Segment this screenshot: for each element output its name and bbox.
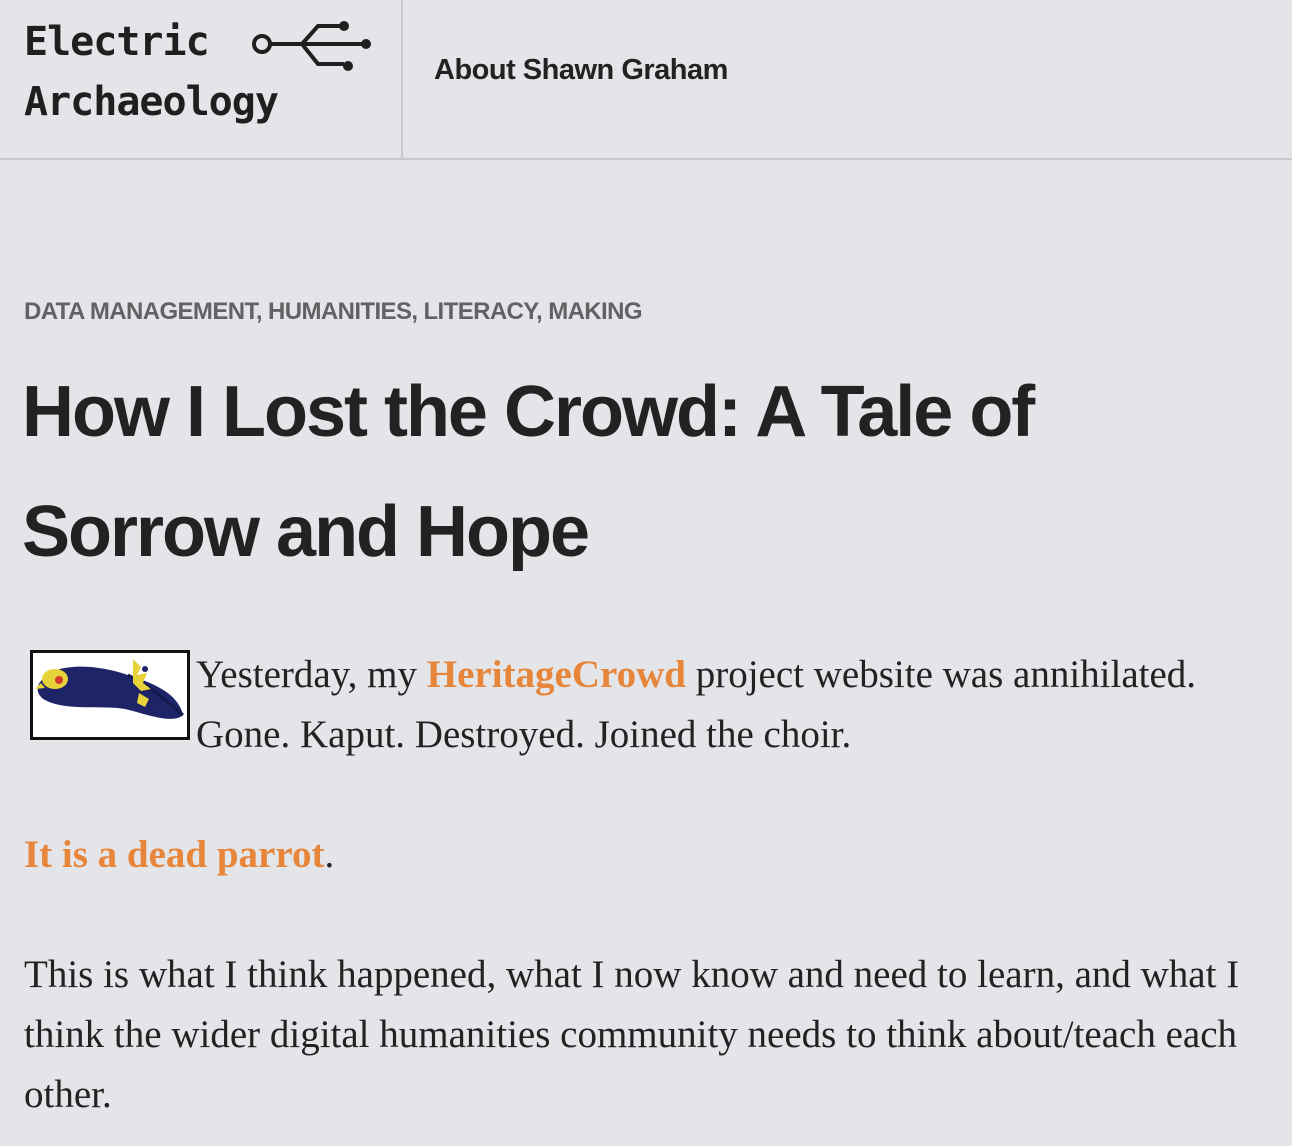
dead-parrot-image [30,650,190,740]
category-separator: , [411,298,424,325]
parrot-illustration [35,659,185,719]
dead-parrot-link[interactable]: It is a dead parrot [24,833,324,876]
heritagecrowd-link[interactable]: HeritageCrowd [427,653,686,696]
site-logo[interactable]: Electric Archaeology [0,0,403,158]
category-link-literacy[interactable]: LITERACY [424,298,537,325]
dead-parrot-paragraph: It is a dead parrot. [24,825,1269,885]
post-title: How I Lost the Crowd: A Tale of Sorrow a… [22,372,1035,572]
category-link-humanities[interactable]: HUMANITIES [268,298,412,325]
usb-connector-icon [252,21,371,71]
post-content: Yesterday, my HeritageCrowd project webs… [24,645,1269,1125]
intro-text-before: Yesterday, my [196,653,427,696]
post-categories: DATA MANAGEMENT, HUMANITIES, LITERACY, M… [24,298,643,326]
body-paragraph: This is what I think happened, what I no… [24,953,1240,1116]
intro-paragraph: Yesterday, my HeritageCrowd project webs… [24,645,1269,765]
nav-about-link[interactable]: About Shawn Graham [434,54,728,87]
dead-parrot-punctuation: . [324,833,335,876]
logo-text-line1: Electric [24,19,210,65]
category-link-making[interactable]: MAKING [548,298,642,325]
logo-text-line2: Archaeology [24,79,279,125]
category-separator: , [536,298,549,325]
site-header: Electric Archaeology About Shawn Graham [0,0,1292,160]
category-link-data-management[interactable]: DATA MANAGEMENT [24,298,256,325]
category-separator: , [255,298,269,325]
